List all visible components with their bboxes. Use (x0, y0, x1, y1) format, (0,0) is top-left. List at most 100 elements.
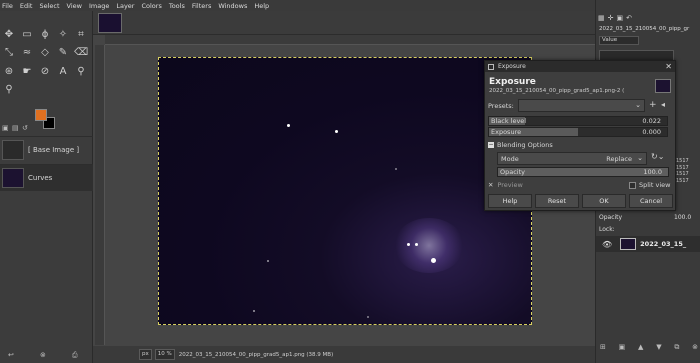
histogram-stats: 1517 1517 1517 1517 (676, 158, 689, 184)
delete-icon[interactable]: ⊗ (40, 351, 48, 359)
exposure-label: Exposure (491, 128, 522, 136)
chevron-down-icon: ⌄ (635, 101, 641, 109)
image-tab-icon[interactable]: ▣ (617, 14, 624, 24)
menu-windows[interactable]: Windows (218, 2, 247, 10)
image-tab-strip (93, 11, 595, 35)
menu-layer[interactable]: Layer (116, 2, 134, 10)
preset-menu-icon[interactable]: ◂ (661, 100, 665, 109)
star (253, 310, 255, 312)
unit-select[interactable]: px (139, 349, 152, 360)
eraser-tool-icon[interactable]: ⌫ (74, 46, 88, 59)
nebula (394, 218, 464, 273)
black-level-slider[interactable]: Black level 0.022 (488, 116, 668, 126)
image-tab-thumbnail[interactable] (98, 13, 122, 33)
undo-tab-icon[interactable]: ↶ (626, 14, 632, 24)
star (431, 258, 436, 263)
undo-history-tab-icon[interactable]: ↺ (22, 124, 30, 132)
paths-tool-icon[interactable]: ✎ (56, 46, 70, 59)
add-preset-icon[interactable]: + (649, 100, 657, 110)
menu-file[interactable]: File (2, 2, 13, 10)
dialog-heading: Exposure (489, 77, 536, 87)
layer-opacity-value: 100.0 (674, 214, 692, 221)
preview-label: Preview (497, 181, 523, 189)
dialog-titlebar[interactable]: Exposure ✕ (485, 61, 675, 72)
pointer-tab-icon[interactable]: ✛ (608, 14, 614, 24)
cancel-button[interactable]: Cancel (629, 194, 673, 208)
blend-opacity-label: Opacity (500, 168, 526, 176)
layer-name: 2022_03_15_ (640, 240, 687, 248)
lasso-tool-icon[interactable]: ϕ (38, 28, 52, 41)
menubar: File Edit Select View Image Layer Colors… (0, 0, 595, 11)
duplicate-layer-icon[interactable]: ⧉ (674, 343, 679, 355)
toolbox: ✥ ▭ ϕ ✧ ⌗ ⤡ ≈ ◇ ✎ ⌫ ⊛ ☛ ⊘ A ⚲ ⚲ ▣ ▤ ↺ [ … (0, 11, 93, 363)
menu-view[interactable]: View (67, 2, 82, 10)
close-icon[interactable]: ✕ (665, 62, 672, 71)
help-button[interactable]: Help (488, 194, 532, 208)
menu-image[interactable]: Image (89, 2, 109, 10)
layer-row[interactable]: 👁 2022_03_15_ (596, 236, 700, 252)
clone-tool-icon[interactable]: ⊛ (2, 65, 16, 78)
star (415, 243, 418, 246)
zoom-select[interactable]: 10 % (154, 349, 175, 360)
vertical-ruler[interactable] (95, 45, 105, 345)
smudge-tool-icon[interactable]: ☛ (20, 65, 34, 78)
star (267, 260, 269, 262)
menu-colors[interactable]: Colors (141, 2, 161, 10)
exposure-slider[interactable]: Exposure 0.000 (488, 127, 668, 137)
print-icon[interactable]: ⎙ (72, 351, 80, 359)
lower-layer-icon[interactable]: ▼ (656, 343, 661, 355)
raise-layer-icon[interactable]: ▲ (638, 343, 643, 355)
restore-icon[interactable]: ↩ (8, 351, 16, 359)
image-canvas[interactable] (158, 57, 532, 325)
horizontal-ruler[interactable] (105, 35, 595, 45)
transform-tool-icon[interactable]: ⤡ (2, 46, 16, 59)
menu-select[interactable]: Select (39, 2, 59, 10)
image-name: 2022_03_15_210054_00_pipp_gr (599, 26, 690, 32)
delete-layer-icon[interactable]: ⊗ (692, 343, 698, 355)
dodge-tool-icon[interactable]: ⚲ (74, 65, 88, 78)
status-filename: 2022_03_15_210054_00_pipp_grad5_ap1.png … (178, 351, 334, 358)
handle-transform-tool-icon[interactable]: ◇ (38, 46, 52, 59)
zoom-tool-icon[interactable]: ⚲ (2, 83, 16, 96)
layer-label: [ Base Image ] (28, 146, 80, 154)
tool-options-tab-icon[interactable]: ▣ (2, 124, 10, 132)
new-group-icon[interactable]: ▣ (619, 343, 626, 355)
star (407, 243, 410, 246)
blending-options-label: Blending Options (497, 141, 553, 149)
reset-button[interactable]: Reset (535, 194, 579, 208)
star (367, 316, 369, 318)
menu-tools[interactable]: Tools (169, 2, 185, 10)
blending-options-expander[interactable]: − Blending Options (488, 141, 553, 149)
color-picker-tool-icon[interactable]: ⊘ (38, 65, 52, 78)
layer-actions: ⊞ ▣ ▲ ▼ ⧉ ⊗ (600, 343, 698, 355)
crop-tool-icon[interactable]: ⌗ (74, 28, 88, 41)
list-item[interactable]: [ Base Image ] (0, 136, 93, 163)
text-tool-icon[interactable]: A (56, 65, 70, 78)
dock-tabs: ▦ ✛ ▣ ↶ (598, 14, 698, 24)
eye-icon[interactable]: 👁 (602, 240, 612, 249)
blend-opacity-slider[interactable]: Opacity 100.0 (497, 167, 669, 177)
layer-thumbnail (2, 140, 24, 160)
histogram-tab-icon[interactable]: ▦ (598, 14, 605, 24)
check-icon: ✕ (488, 181, 494, 189)
foreground-color-swatch[interactable] (35, 109, 47, 121)
exposure-value: 0.000 (642, 128, 661, 136)
black-level-value: 0.022 (642, 117, 661, 125)
split-view-checkbox[interactable]: Split view (629, 181, 670, 189)
fuzzy-select-tool-icon[interactable]: ✧ (56, 28, 70, 41)
menu-help[interactable]: Help (254, 2, 269, 10)
new-layer-icon[interactable]: ⊞ (600, 343, 606, 355)
channel-select[interactable]: Value (599, 36, 639, 45)
rect-select-tool-icon[interactable]: ▭ (20, 28, 34, 41)
move-tool-icon[interactable]: ✥ (2, 28, 16, 41)
warp-tool-icon[interactable]: ≈ (20, 46, 34, 59)
list-item[interactable]: Curves (0, 164, 93, 191)
preview-checkbox[interactable]: ✕ Preview (488, 181, 523, 189)
composite-mode-icon[interactable]: ↻⌄ (651, 152, 671, 165)
menu-edit[interactable]: Edit (20, 2, 33, 10)
menu-filters[interactable]: Filters (192, 2, 211, 10)
mode-select[interactable]: Mode Replace ⌄ (497, 152, 647, 165)
presets-select[interactable]: ⌄ (518, 99, 645, 112)
device-status-tab-icon[interactable]: ▤ (12, 124, 20, 132)
ok-button[interactable]: OK (582, 194, 626, 208)
